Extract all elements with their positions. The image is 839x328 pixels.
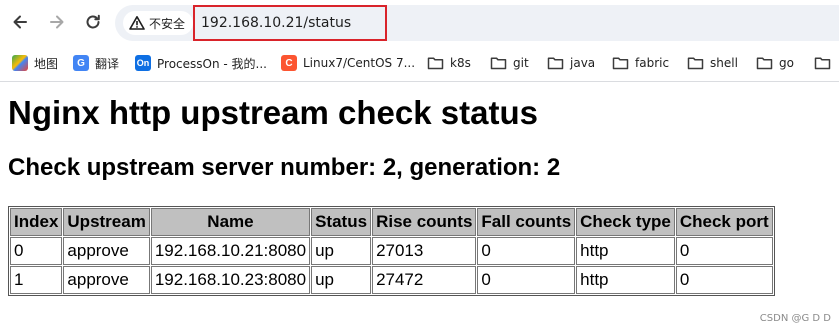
table-cell: approve	[63, 266, 150, 294]
folder-icon	[490, 57, 507, 70]
column-header: Status	[311, 208, 372, 236]
column-header: Name	[150, 208, 311, 236]
column-header: Rise counts	[372, 208, 477, 236]
folder-icon	[814, 57, 831, 70]
bookmark-folder-shell[interactable]: shell	[687, 53, 738, 73]
bookmark-processon[interactable]: On ProcessOn - 我的...	[135, 53, 267, 73]
security-label: 不安全	[149, 16, 186, 31]
table-cell: 0	[675, 237, 773, 265]
arrow-right-icon	[50, 15, 64, 29]
table-cell: up	[311, 266, 372, 294]
reload-icon	[86, 14, 100, 29]
translate-icon: G	[73, 55, 89, 71]
table-cell: up	[311, 237, 372, 265]
column-header: Index	[10, 208, 63, 236]
bookmark-maps[interactable]: 地图	[12, 53, 58, 73]
table-cell: 27472	[372, 266, 477, 294]
bookmark-translate[interactable]: G 翻译	[73, 53, 119, 73]
bookmark-label: fabric	[635, 56, 670, 70]
browser-toolbar: 不安全 192.168.10.21/status	[0, 0, 839, 45]
page-title: Nginx http upstream check status	[8, 94, 538, 131]
forward-button[interactable]	[45, 10, 69, 34]
maps-icon	[12, 55, 28, 71]
arrow-left-icon	[13, 15, 27, 29]
bookmark-linux7[interactable]: C Linux7/CentOS 7...	[281, 53, 415, 73]
table-cell: 0	[10, 237, 63, 265]
folder-icon	[612, 57, 629, 70]
folder-icon	[687, 57, 704, 70]
column-header: Upstream	[63, 208, 150, 236]
bookmark-label: 翻译	[95, 56, 120, 71]
bookmark-label: 地图	[34, 56, 59, 71]
column-header: Check port	[675, 208, 773, 236]
table-cell: 1	[10, 266, 63, 294]
bookmark-label: ProcessOn - 我的...	[157, 56, 267, 71]
table-cell: 0	[675, 266, 773, 294]
folder-icon	[547, 57, 564, 70]
table-header-row: Index Upstream Name Status Rise counts F…	[10, 208, 773, 236]
bookmark-label: shell	[710, 56, 738, 70]
processon-icon: On	[135, 55, 151, 71]
table-cell: http	[576, 266, 675, 294]
warning-icon	[129, 16, 145, 30]
table-cell: 0	[477, 266, 576, 294]
column-header: Fall counts	[477, 208, 576, 236]
table-row: 1 approve 192.168.10.23:8080 up 27472 0 …	[10, 266, 773, 294]
folder-icon	[427, 57, 444, 70]
table-cell: 192.168.10.21:8080	[150, 237, 311, 265]
table-row: 0 approve 192.168.10.21:8080 up 27013 0 …	[10, 237, 773, 265]
bookmark-folder-fabric[interactable]: fabric	[612, 53, 669, 73]
bookmark-label: java	[570, 56, 596, 70]
bookmark-folder-go[interactable]: go	[756, 53, 794, 73]
table-cell: 27013	[372, 237, 477, 265]
table-cell: approve	[63, 237, 150, 265]
bookmark-label: Linux7/CentOS 7...	[303, 56, 416, 70]
column-header: Check type	[576, 208, 675, 236]
table-cell: 192.168.10.23:8080	[150, 266, 311, 294]
bookmark-folder-k8s[interactable]: k8s	[427, 53, 471, 73]
bookmarks-bar: 地图 G 翻译 On ProcessOn - 我的... C Linux7/Ce…	[0, 45, 839, 82]
bookmark-label: go	[779, 56, 794, 70]
page-subtitle: Check upstream server number: 2, generat…	[8, 154, 561, 181]
csdn-icon: C	[281, 55, 297, 71]
table-cell: http	[576, 237, 675, 265]
bookmark-folder-overflow[interactable]	[814, 53, 831, 73]
security-chip[interactable]: 不安全	[123, 11, 194, 35]
folder-icon	[756, 57, 773, 70]
bookmark-folder-java[interactable]: java	[547, 53, 595, 73]
upstream-status-table: Index Upstream Name Status Rise counts F…	[8, 206, 775, 296]
back-button[interactable]	[8, 10, 32, 34]
bookmark-label: git	[513, 56, 529, 70]
bookmark-folder-git[interactable]: git	[490, 53, 529, 73]
watermark: CSDN @G D D	[759, 313, 831, 324]
bookmark-label: k8s	[450, 56, 471, 70]
reload-button[interactable]	[81, 10, 105, 34]
url-highlight-box	[193, 5, 387, 41]
table-cell: 0	[477, 237, 576, 265]
